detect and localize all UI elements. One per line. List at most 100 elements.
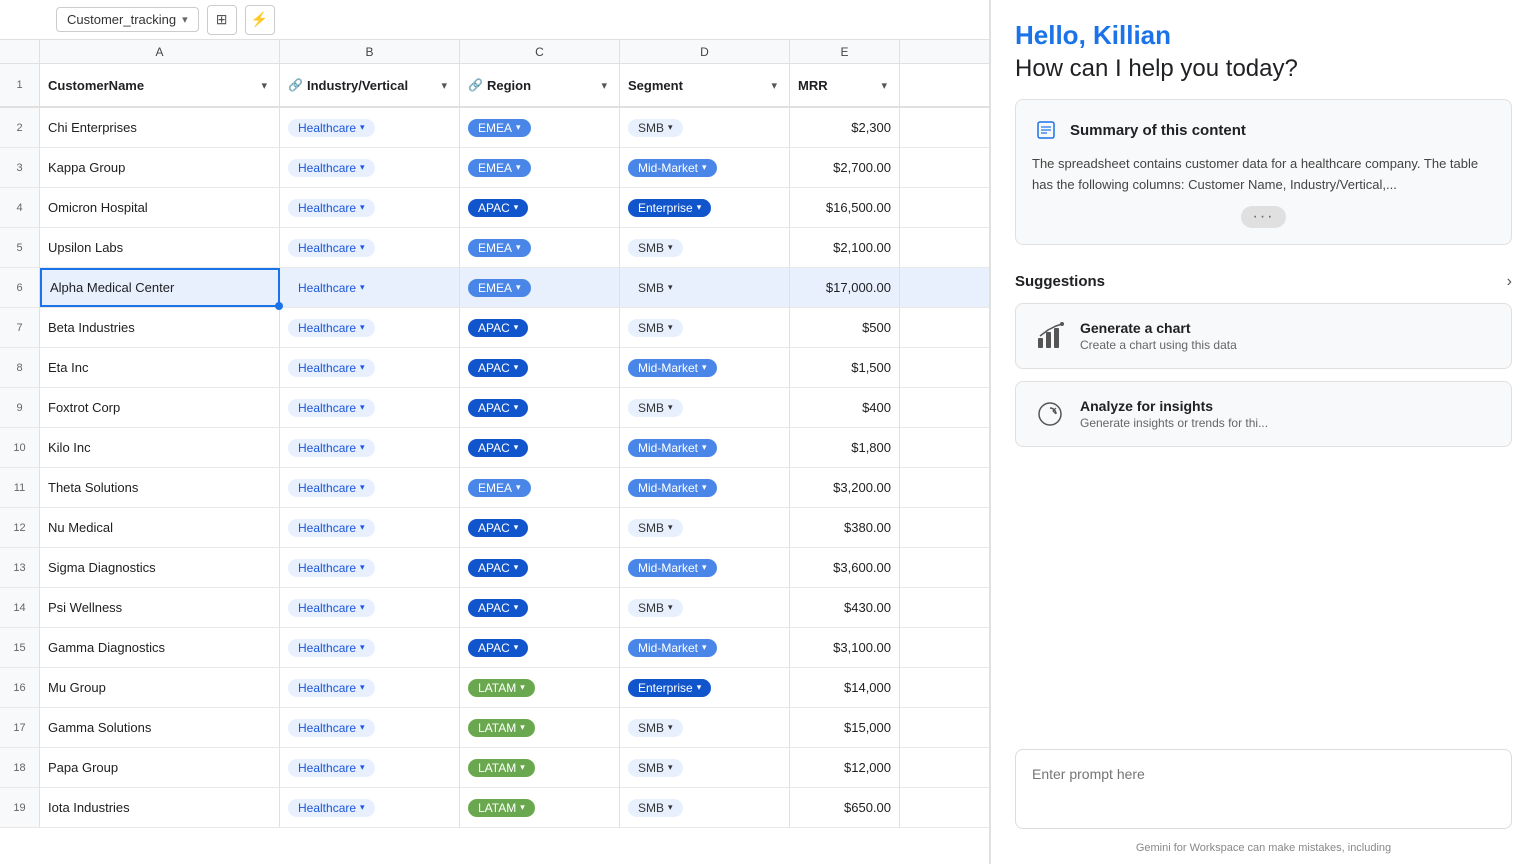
table-row[interactable]: 8 Eta Inc Healthcare▾ APAC▾ Mid-Market▾ …: [0, 348, 989, 388]
sheet-name-pill[interactable]: Customer_tracking ▾: [56, 7, 199, 32]
cell-region[interactable]: APAC▾: [460, 628, 620, 667]
segment-pill[interactable]: Mid-Market▾: [628, 439, 717, 457]
cell-region[interactable]: APAC▾: [460, 308, 620, 347]
industry-pill[interactable]: Healthcare▾: [288, 239, 375, 257]
industry-pill[interactable]: Healthcare▾: [288, 439, 375, 457]
region-pill[interactable]: APAC▾: [468, 399, 528, 417]
cell-customer-name[interactable]: Theta Solutions: [40, 468, 280, 507]
region-pill[interactable]: APAC▾: [468, 359, 528, 377]
header-segment[interactable]: Segment ▾: [620, 64, 790, 106]
table-row[interactable]: 3 Kappa Group Healthcare▾ EMEA▾ Mid-Mark…: [0, 148, 989, 188]
table-row[interactable]: 18 Papa Group Healthcare▾ LATAM▾ SMB▾ $1…: [0, 748, 989, 788]
table-row[interactable]: 19 Iota Industries Healthcare▾ LATAM▾ SM…: [0, 788, 989, 828]
segment-sort[interactable]: ▾: [767, 77, 781, 94]
region-pill[interactable]: APAC▾: [468, 199, 528, 217]
cell-industry[interactable]: Healthcare▾: [280, 548, 460, 587]
industry-pill[interactable]: Healthcare▾: [288, 719, 375, 737]
cell-industry[interactable]: Healthcare▾: [280, 788, 460, 827]
cell-segment[interactable]: SMB▾: [620, 508, 790, 547]
cell-segment[interactable]: Mid-Market▾: [620, 468, 790, 507]
cell-customer-name[interactable]: Kilo Inc: [40, 428, 280, 467]
table-row[interactable]: 4 Omicron Hospital Healthcare▾ APAC▾ Ent…: [0, 188, 989, 228]
segment-pill[interactable]: Enterprise▾: [628, 199, 711, 217]
industry-pill[interactable]: Healthcare▾: [288, 599, 375, 617]
col-header-c[interactable]: C: [460, 40, 620, 63]
region-pill[interactable]: LATAM▾: [468, 719, 535, 737]
region-sort[interactable]: ▾: [597, 77, 611, 94]
segment-pill[interactable]: SMB▾: [628, 599, 683, 617]
cell-segment[interactable]: SMB▾: [620, 788, 790, 827]
header-region[interactable]: 🔗 Region ▾: [460, 64, 620, 106]
cell-customer-name[interactable]: Gamma Diagnostics: [40, 628, 280, 667]
region-pill[interactable]: LATAM▾: [468, 799, 535, 817]
segment-pill[interactable]: Mid-Market▾: [628, 479, 717, 497]
segment-pill[interactable]: SMB▾: [628, 399, 683, 417]
cell-industry[interactable]: Healthcare▾: [280, 388, 460, 427]
cell-segment[interactable]: SMB▾: [620, 268, 790, 307]
cell-region[interactable]: APAC▾: [460, 588, 620, 627]
cell-segment[interactable]: Mid-Market▾: [620, 548, 790, 587]
table-row[interactable]: 11 Theta Solutions Healthcare▾ EMEA▾ Mid…: [0, 468, 989, 508]
table-row[interactable]: 13 Sigma Diagnostics Healthcare▾ APAC▾ M…: [0, 548, 989, 588]
cell-region[interactable]: LATAM▾: [460, 708, 620, 747]
col-header-a[interactable]: A: [40, 40, 280, 63]
cell-customer-name[interactable]: Chi Enterprises: [40, 108, 280, 147]
industry-pill[interactable]: Healthcare▾: [288, 319, 375, 337]
industry-pill[interactable]: Healthcare▾: [288, 639, 375, 657]
region-pill[interactable]: EMEA▾: [468, 159, 531, 177]
cell-industry[interactable]: Healthcare▾: [280, 348, 460, 387]
segment-pill[interactable]: SMB▾: [628, 519, 683, 537]
cell-industry[interactable]: Healthcare▾: [280, 508, 460, 547]
industry-pill[interactable]: Healthcare▾: [288, 679, 375, 697]
cell-industry[interactable]: Healthcare▾: [280, 468, 460, 507]
cell-customer-name[interactable]: Omicron Hospital: [40, 188, 280, 227]
table-row[interactable]: 16 Mu Group Healthcare▾ LATAM▾ Enterpris…: [0, 668, 989, 708]
cell-region[interactable]: APAC▾: [460, 188, 620, 227]
cell-industry[interactable]: Healthcare▾: [280, 108, 460, 147]
cell-segment[interactable]: Mid-Market▾: [620, 348, 790, 387]
region-pill[interactable]: APAC▾: [468, 639, 528, 657]
region-pill[interactable]: APAC▾: [468, 559, 528, 577]
cell-segment[interactable]: SMB▾: [620, 588, 790, 627]
cell-region[interactable]: LATAM▾: [460, 668, 620, 707]
analyze-insights-card[interactable]: Analyze for insights Generate insights o…: [1015, 381, 1512, 447]
cell-segment[interactable]: Enterprise▾: [620, 668, 790, 707]
industry-pill[interactable]: Healthcare▾: [288, 559, 375, 577]
cell-segment[interactable]: SMB▾: [620, 308, 790, 347]
industry-sort[interactable]: ▾: [437, 77, 451, 94]
table-row[interactable]: 17 Gamma Solutions Healthcare▾ LATAM▾ SM…: [0, 708, 989, 748]
industry-pill[interactable]: Healthcare▾: [288, 799, 375, 817]
cell-region[interactable]: EMEA▾: [460, 108, 620, 147]
industry-pill[interactable]: Healthcare▾: [288, 399, 375, 417]
segment-pill[interactable]: Mid-Market▾: [628, 159, 717, 177]
cell-industry[interactable]: Healthcare▾: [280, 708, 460, 747]
industry-pill[interactable]: Healthcare▾: [288, 479, 375, 497]
region-pill[interactable]: LATAM▾: [468, 759, 535, 777]
region-pill[interactable]: APAC▾: [468, 319, 528, 337]
cell-region[interactable]: APAC▾: [460, 548, 620, 587]
segment-pill[interactable]: SMB▾: [628, 759, 683, 777]
industry-pill[interactable]: Healthcare▾: [288, 119, 375, 137]
cell-segment[interactable]: Mid-Market▾: [620, 428, 790, 467]
cell-customer-name[interactable]: Alpha Medical Center: [40, 268, 280, 307]
cell-segment[interactable]: SMB▾: [620, 228, 790, 267]
segment-pill[interactable]: SMB▾: [628, 799, 683, 817]
cell-industry[interactable]: Healthcare▾: [280, 268, 460, 307]
region-pill[interactable]: EMEA▾: [468, 279, 531, 297]
header-industry[interactable]: 🔗 Industry/Vertical ▾: [280, 64, 460, 106]
cell-industry[interactable]: Healthcare▾: [280, 228, 460, 267]
cell-industry[interactable]: Healthcare▾: [280, 588, 460, 627]
customer-name-sort[interactable]: ▾: [257, 77, 271, 94]
table-row[interactable]: 12 Nu Medical Healthcare▾ APAC▾ SMB▾ $38…: [0, 508, 989, 548]
cell-region[interactable]: APAC▾: [460, 508, 620, 547]
industry-pill[interactable]: Healthcare▾: [288, 519, 375, 537]
col-header-d[interactable]: D: [620, 40, 790, 63]
cell-segment[interactable]: SMB▾: [620, 108, 790, 147]
industry-pill[interactable]: Healthcare▾: [288, 279, 375, 297]
cell-customer-name[interactable]: Mu Group: [40, 668, 280, 707]
cell-region[interactable]: EMEA▾: [460, 148, 620, 187]
cell-customer-name[interactable]: Sigma Diagnostics: [40, 548, 280, 587]
cell-region[interactable]: EMEA▾: [460, 228, 620, 267]
cell-region[interactable]: APAC▾: [460, 428, 620, 467]
header-customer-name[interactable]: CustomerName ▾: [40, 64, 280, 106]
